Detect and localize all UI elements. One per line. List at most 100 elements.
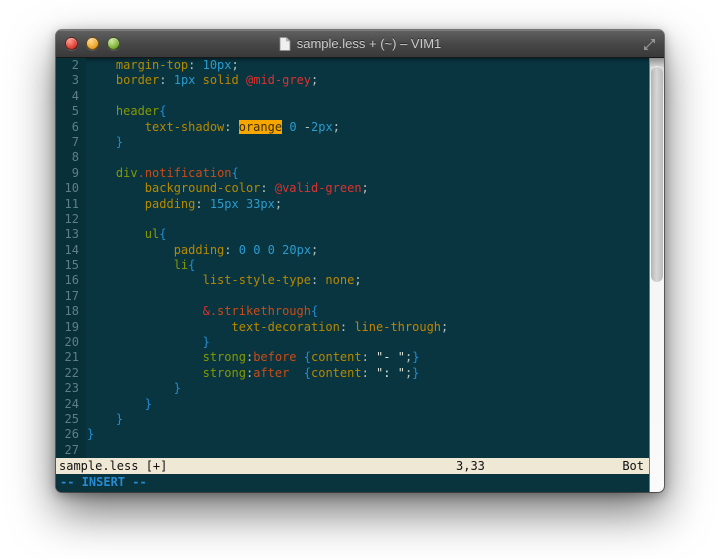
code-token: } <box>412 350 419 364</box>
code-line[interactable]: padding: 0 0 0 20px; <box>87 243 649 258</box>
code-line[interactable] <box>87 443 649 458</box>
line-number: 17 <box>56 289 79 304</box>
code-line[interactable] <box>87 89 649 104</box>
code-token <box>87 197 145 211</box>
code-line[interactable]: li{ <box>87 258 649 273</box>
code-line[interactable]: text-shadow: orange 0 -2px; <box>87 120 649 135</box>
fullscreen-icon[interactable] <box>643 38 656 51</box>
code-line[interactable] <box>87 150 649 165</box>
code-line[interactable]: header{ <box>87 104 649 119</box>
code-token <box>239 197 246 211</box>
code-line[interactable] <box>87 289 649 304</box>
code-token: content <box>311 366 362 380</box>
code-token: li <box>174 258 188 272</box>
line-number: 18 <box>56 304 79 319</box>
code-token: strikethrough <box>217 304 311 318</box>
line-number: 16 <box>56 273 79 288</box>
code-token: padding <box>145 197 196 211</box>
code-line[interactable]: } <box>87 381 649 396</box>
close-button[interactable] <box>65 37 78 50</box>
line-number: 11 <box>56 197 79 212</box>
line-number: 20 <box>56 335 79 350</box>
line-number: 9 <box>56 166 79 181</box>
line-number: 14 <box>56 243 79 258</box>
code-line[interactable]: } <box>87 135 649 150</box>
code-line[interactable]: margin-top: 10px; <box>87 58 649 73</box>
code-line[interactable]: list-style-type: none; <box>87 273 649 288</box>
code-line[interactable]: text-decoration: line-through; <box>87 320 649 335</box>
code-line[interactable]: } <box>87 335 649 350</box>
title-area: sample.less + (~) – VIM1 <box>56 36 664 51</box>
line-number: 24 <box>56 397 79 412</box>
line-number: 15 <box>56 258 79 273</box>
code-token: "- " <box>376 350 405 364</box>
titlebar[interactable]: sample.less + (~) – VIM1 <box>56 30 664 58</box>
code-token: &. <box>203 304 217 318</box>
code-token: : <box>188 58 202 72</box>
line-number: 21 <box>56 350 79 365</box>
code-token: : <box>340 320 354 334</box>
code-token <box>87 73 116 87</box>
code-line[interactable] <box>87 212 649 227</box>
code-line[interactable]: } <box>87 412 649 427</box>
code-line[interactable]: div.notification{ <box>87 166 649 181</box>
line-number: 5 <box>56 104 79 119</box>
code-token: content <box>311 350 362 364</box>
code-area[interactable]: 2345678910111213141516171819202122232425… <box>56 58 649 458</box>
code-token: list-style-type <box>203 273 311 287</box>
code-line[interactable]: } <box>87 397 649 412</box>
line-number: 6 <box>56 120 79 135</box>
code-token: solid <box>203 73 239 87</box>
code-token: . <box>138 166 145 180</box>
code-token <box>87 381 174 395</box>
code-line[interactable]: &.strikethrough{ <box>87 304 649 319</box>
code-token: ; <box>441 320 448 334</box>
code-lines[interactable]: margin-top: 10px; border: 1px solid @mid… <box>86 58 649 458</box>
code-line[interactable]: border: 1px solid @mid-grey; <box>87 73 649 88</box>
code-token: { <box>159 227 166 241</box>
code-token <box>87 258 174 272</box>
code-token: } <box>412 366 419 380</box>
code-token: ": " <box>376 366 405 380</box>
code-line[interactable]: strong:before {content: "- ";} <box>87 350 649 365</box>
code-token: 15px <box>210 197 239 211</box>
code-line[interactable]: ul{ <box>87 227 649 242</box>
code-line[interactable]: padding: 15px 33px; <box>87 197 649 212</box>
code-token <box>87 366 203 380</box>
code-token: } <box>87 427 94 441</box>
code-token: { <box>159 104 166 118</box>
code-token: : <box>195 197 209 211</box>
scrollbar-track[interactable] <box>649 58 664 492</box>
line-number: 13 <box>56 227 79 242</box>
code-token <box>195 73 202 87</box>
line-number: 7 <box>56 135 79 150</box>
code-token: border <box>116 73 159 87</box>
code-token: } <box>145 397 152 411</box>
code-token: ; <box>311 243 318 257</box>
code-token: ul <box>145 227 159 241</box>
code-token: { <box>311 304 318 318</box>
code-token: before <box>253 350 296 364</box>
zoom-button[interactable] <box>107 37 120 50</box>
editor-main: 2345678910111213141516171819202122232425… <box>56 58 649 492</box>
code-token <box>87 135 116 149</box>
code-line[interactable]: } <box>87 427 649 442</box>
code-line[interactable]: strong:after {content: ": ";} <box>87 366 649 381</box>
line-number: 8 <box>56 150 79 165</box>
code-token: line-through <box>354 320 441 334</box>
gutter: 2345678910111213141516171819202122232425… <box>56 58 86 458</box>
code-token <box>87 304 203 318</box>
code-token: : <box>311 273 325 287</box>
editor-content: 2345678910111213141516171819202122232425… <box>56 58 664 492</box>
code-token: } <box>203 335 210 349</box>
code-token: ; <box>232 58 239 72</box>
line-number: 26 <box>56 427 79 442</box>
scrollbar-thumb[interactable] <box>651 66 663 282</box>
code-token: @mid-grey <box>246 73 311 87</box>
code-token <box>87 243 174 257</box>
code-token: after <box>253 366 289 380</box>
code-line[interactable]: background-color: @valid-green; <box>87 181 649 196</box>
code-token <box>87 397 145 411</box>
minimize-button[interactable] <box>86 37 99 50</box>
code-token <box>87 335 203 349</box>
